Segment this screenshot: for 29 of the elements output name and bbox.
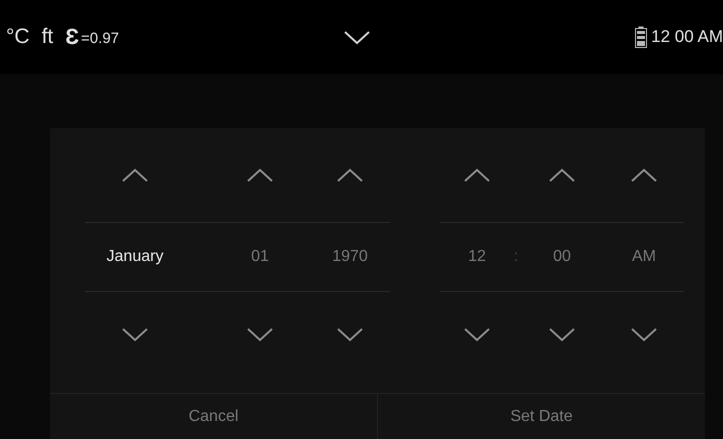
- spinner-value[interactable]: AM: [632, 245, 656, 269]
- spinner-value[interactable]: 12: [468, 245, 486, 269]
- chevron-down-icon: [122, 328, 148, 342]
- chevron-down-icon: [247, 328, 273, 342]
- temperature-unit: °C: [6, 24, 30, 50]
- emissivity-value: =0.97: [81, 29, 120, 49]
- chevron-down-icon: [337, 328, 363, 342]
- distance-unit: ft: [42, 24, 54, 50]
- chevron-up-icon: [631, 168, 657, 182]
- chevron-up-icon: [337, 168, 363, 182]
- spinner-value[interactable]: 00: [553, 245, 571, 269]
- spinner-value[interactable]: 1970: [332, 245, 368, 269]
- dropdown-chevron-icon[interactable]: [344, 31, 370, 45]
- chevron-down-icon: [549, 328, 575, 342]
- chevron-down-icon: [631, 328, 657, 342]
- time-separator: :: [514, 247, 518, 267]
- dialog-button[interactable]: Cancel: [50, 394, 377, 439]
- clock-time: 12 00 AM: [651, 26, 723, 48]
- spinner-value[interactable]: January: [106, 245, 164, 269]
- spinner-value[interactable]: 01: [251, 245, 269, 269]
- chevron-up-icon: [122, 168, 148, 182]
- chevron-up-icon: [549, 168, 575, 182]
- dialog-button[interactable]: Set Date: [377, 394, 705, 439]
- chevron-up-icon: [464, 168, 490, 182]
- chevron-down-icon: [464, 328, 490, 342]
- battery-icon: [635, 26, 648, 48]
- chevron-up-icon: [247, 168, 273, 182]
- chevron-icon: [344, 31, 370, 45]
- emissivity-symbol: Ɛ: [65, 23, 80, 51]
